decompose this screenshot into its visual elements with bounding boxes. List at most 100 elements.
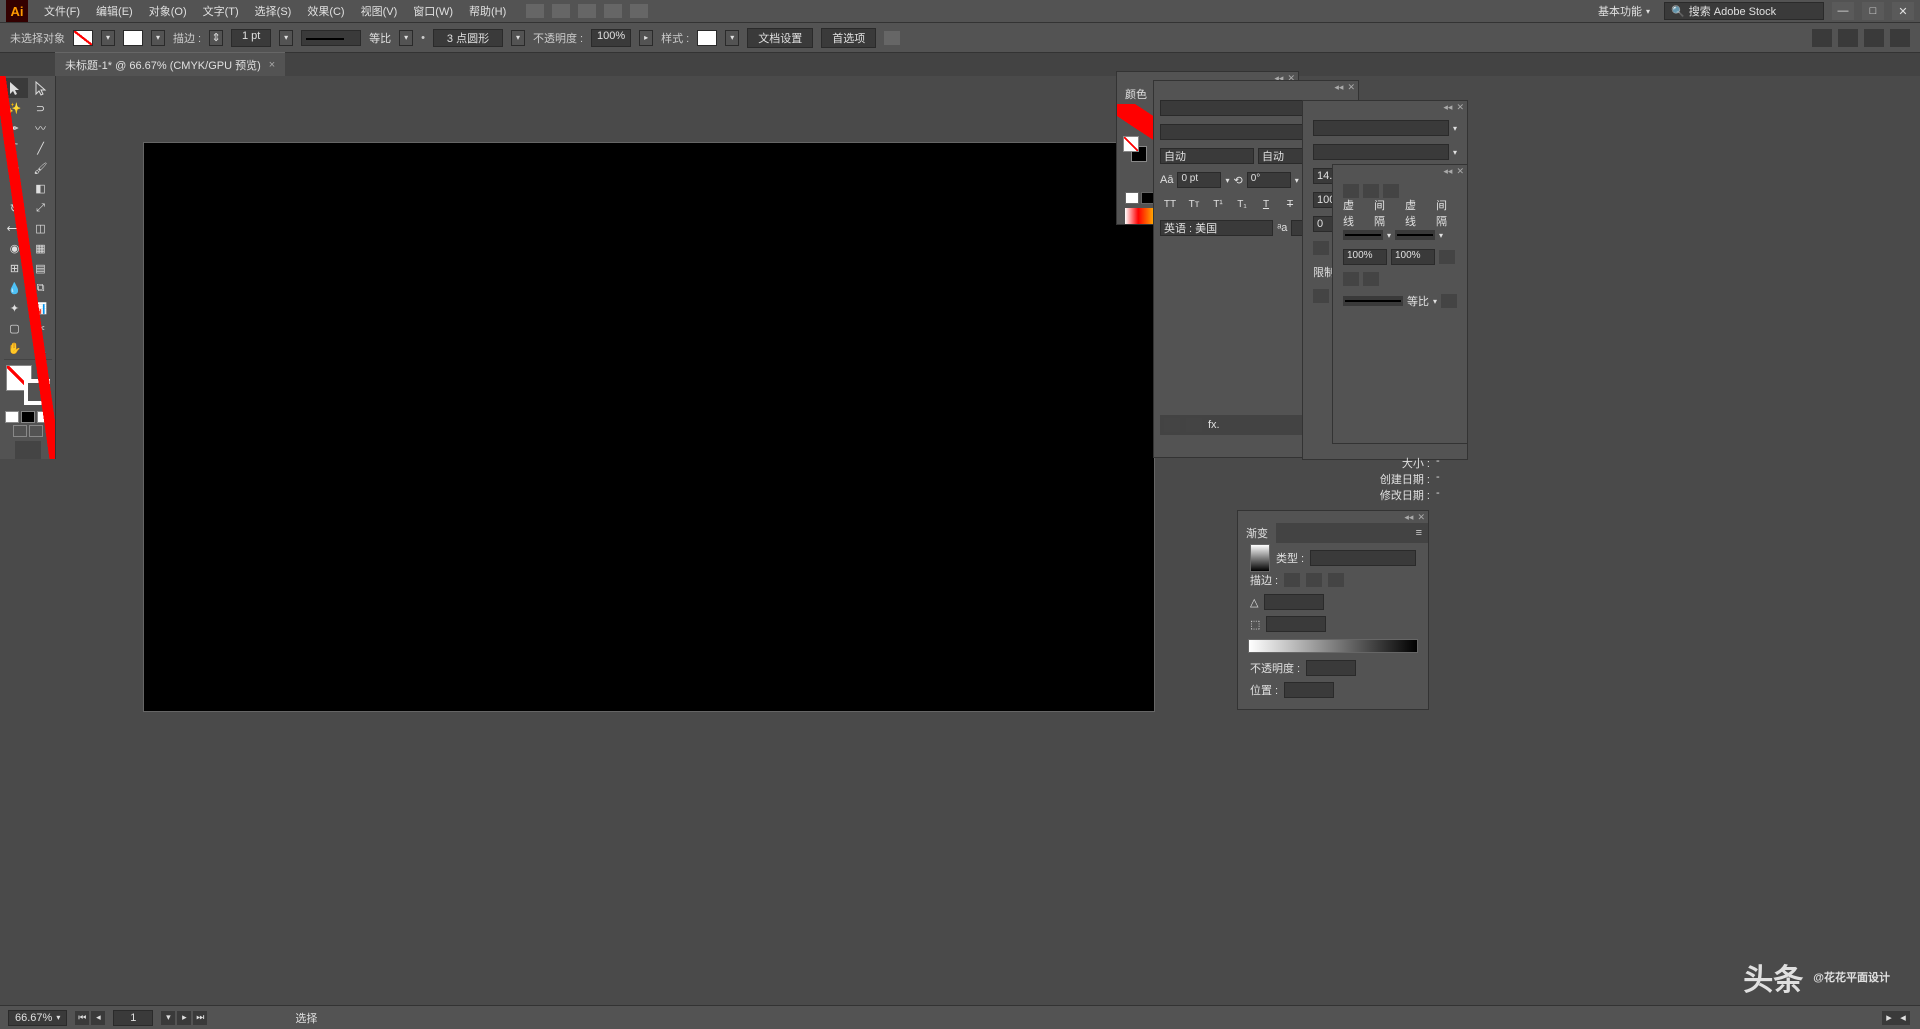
align-icon[interactable] (884, 31, 900, 45)
arrowhead-start[interactable] (1343, 230, 1383, 240)
control-icon[interactable] (1838, 29, 1858, 47)
window-maximize-button[interactable]: □ (1862, 2, 1884, 20)
fx-icon[interactable]: fx. (1208, 419, 1220, 431)
stop-opacity-input[interactable] (1306, 660, 1356, 676)
brush-dropdown[interactable]: ▾ (511, 30, 525, 46)
arrowhead-end[interactable] (1395, 230, 1435, 240)
menu-edit[interactable]: 编辑(E) (88, 3, 141, 19)
fill-swatch[interactable] (73, 30, 93, 46)
gradient-type-select[interactable] (1310, 550, 1416, 566)
stroke-profile-select[interactable] (301, 30, 361, 46)
first-artboard-button[interactable]: ⏮ (75, 1011, 89, 1025)
panel-collapse-icon[interactable]: ◂◂ (1443, 166, 1452, 177)
stroke-dropdown[interactable]: ▾ (151, 30, 165, 46)
document-setup-button[interactable]: 文档设置 (747, 28, 813, 48)
panel-close-icon[interactable]: ✕ (1347, 82, 1355, 93)
gradient-ramp[interactable] (1248, 639, 1418, 653)
style-dropdown[interactable]: ▾ (725, 30, 739, 46)
gradient-aspect-input[interactable] (1266, 616, 1326, 632)
menu-select[interactable]: 选择(S) (247, 3, 300, 19)
menu-help[interactable]: 帮助(H) (461, 3, 514, 19)
scroll-right-button[interactable]: ▸ (1882, 1011, 1896, 1025)
transform-select[interactable] (1313, 144, 1449, 160)
window-minimize-button[interactable]: — (1832, 2, 1854, 20)
gradient-swatch[interactable] (1250, 544, 1270, 572)
align-icon[interactable] (1343, 272, 1359, 286)
search-stock-input[interactable]: 🔍 搜索 Adobe Stock (1664, 2, 1824, 20)
transform-select[interactable] (1313, 120, 1449, 136)
control-icon[interactable] (1812, 29, 1832, 47)
stroke-swatch[interactable] (123, 30, 143, 46)
artboard[interactable] (144, 143, 1154, 711)
profile-preview[interactable] (1343, 296, 1403, 306)
menu-object[interactable]: 对象(O) (141, 3, 195, 19)
panel-collapse-icon[interactable]: ◂◂ (1334, 82, 1343, 93)
cap-icon[interactable] (1363, 184, 1379, 198)
panel-icon[interactable] (1164, 418, 1180, 432)
stroke-profile-dropdown[interactable]: ▾ (399, 30, 413, 46)
menu-file[interactable]: 文件(F) (36, 3, 88, 19)
all-caps-button[interactable]: TT (1160, 195, 1180, 213)
baseline-shift-input[interactable]: 0 pt (1177, 172, 1221, 188)
scale-input[interactable]: 100% (1343, 249, 1387, 265)
none-swatch[interactable] (1125, 192, 1139, 204)
stroke-weight-dropdown[interactable]: ▾ (279, 30, 293, 46)
last-artboard-button[interactable]: ⏭ (193, 1011, 207, 1025)
stroke-weight-input[interactable]: 1 pt (231, 29, 271, 47)
stroke-apply-icon[interactable] (1284, 573, 1300, 587)
stroke-apply-icon[interactable] (1306, 573, 1322, 587)
panel-menu-icon[interactable]: ≡ (1410, 527, 1428, 539)
small-caps-button[interactable]: Tᴛ (1184, 195, 1204, 213)
prev-artboard-button[interactable]: ◂ (91, 1011, 105, 1025)
next-artboard-button[interactable]: ▸ (177, 1011, 191, 1025)
control-icon[interactable] (1864, 29, 1884, 47)
scroll-left-button[interactable]: ◂ (1896, 1011, 1910, 1025)
gradient-angle-input[interactable] (1264, 594, 1324, 610)
subscript-button[interactable]: T₁ (1232, 195, 1252, 213)
color-tab[interactable]: 颜色 (1117, 83, 1155, 105)
brush-definition-input[interactable]: 3 点圆形 (433, 29, 503, 47)
opacity-dropdown[interactable]: ▸ (639, 30, 653, 46)
align-icon[interactable] (1363, 272, 1379, 286)
panel-icon[interactable] (1313, 241, 1329, 255)
document-tab[interactable]: 未标题-1* @ 66.67% (CMYK/GPU 预览) × (55, 52, 285, 77)
preferences-button[interactable]: 首选项 (821, 28, 876, 48)
menu-window[interactable]: 窗口(W) (405, 3, 461, 19)
underline-button[interactable]: T (1256, 195, 1276, 213)
panel-icon[interactable] (1313, 289, 1329, 303)
panel-icon[interactable] (1186, 418, 1202, 432)
menu-view[interactable]: 视图(V) (353, 3, 406, 19)
stroke-weight-stepper[interactable]: ⇕ (209, 30, 223, 46)
toolbar-icon[interactable] (630, 4, 648, 18)
panel-close-icon[interactable]: ✕ (1417, 512, 1425, 523)
fill-dropdown[interactable]: ▾ (101, 30, 115, 46)
gradient-tab[interactable]: 渐变 (1238, 522, 1276, 544)
panel-collapse-icon[interactable]: ◂◂ (1404, 512, 1413, 523)
language-select[interactable]: 英语 : 美国 (1160, 220, 1273, 236)
superscript-button[interactable]: T¹ (1208, 195, 1228, 213)
menu-type[interactable]: 文字(T) (195, 3, 247, 19)
panel-collapse-icon[interactable]: ◂◂ (1443, 102, 1452, 113)
char-rotation-input[interactable]: 0° (1247, 172, 1291, 188)
cap-icon[interactable] (1383, 184, 1399, 198)
menu-effect[interactable]: 效果(C) (299, 3, 352, 19)
zoom-level-select[interactable]: 66.67%▾ (8, 1010, 67, 1026)
toolbar-icon[interactable] (604, 4, 622, 18)
window-close-button[interactable]: ✕ (1892, 2, 1914, 20)
artboard-number-input[interactable]: 1 (113, 1010, 153, 1026)
cap-icon[interactable] (1343, 184, 1359, 198)
opacity-input[interactable]: 100% (591, 29, 631, 47)
flip-icon[interactable] (1441, 294, 1457, 308)
none-mode-button[interactable] (37, 411, 51, 423)
toolbar-icon[interactable] (552, 4, 570, 18)
toolbar-icon[interactable] (578, 4, 596, 18)
panel-close-icon[interactable]: ✕ (1456, 102, 1464, 113)
stroke-apply-icon[interactable] (1328, 573, 1344, 587)
workspace-switcher[interactable]: 基本功能 ▾ (1592, 3, 1656, 19)
tracking-select[interactable]: 自动 (1160, 148, 1254, 164)
link-icon[interactable] (1439, 250, 1455, 264)
scale-input[interactable]: 100% (1391, 249, 1435, 265)
strikethrough-button[interactable]: T (1280, 195, 1300, 213)
canvas-area[interactable] (56, 76, 1920, 1005)
tab-close-button[interactable]: × (269, 59, 275, 71)
